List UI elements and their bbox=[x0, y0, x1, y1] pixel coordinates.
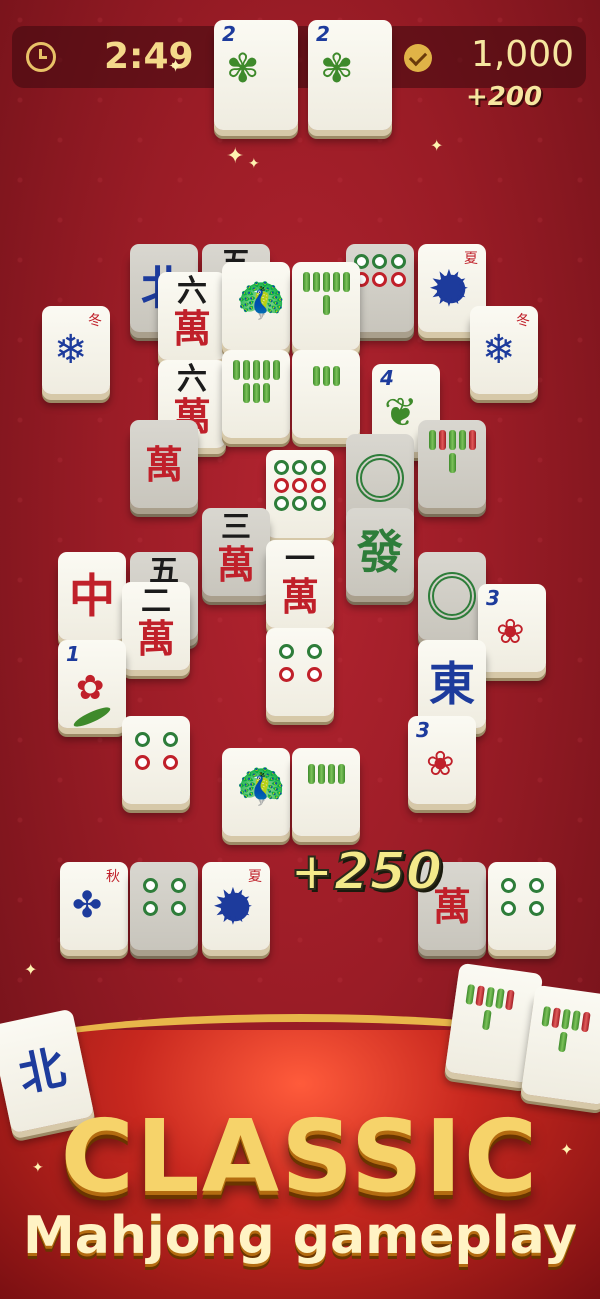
maple-leaf-icon: ✤ bbox=[72, 885, 103, 926]
tile-dots-4[interactable] bbox=[488, 862, 556, 950]
tile-one-wan[interactable]: 一 萬 bbox=[266, 540, 334, 628]
tile-bamboo-5[interactable] bbox=[292, 748, 360, 836]
matched-tile-orchid-right: 2 ✾ bbox=[308, 20, 392, 130]
bamboo-icon bbox=[230, 360, 282, 403]
sparkle-icon: ✦ bbox=[248, 156, 260, 172]
dots-icon bbox=[132, 732, 180, 770]
tile-wan-glyph: 萬 bbox=[172, 307, 211, 351]
tile-number: 2 bbox=[316, 22, 330, 46]
bamboo-icon bbox=[300, 366, 352, 386]
banner-subtitle: Mahjong gameplay bbox=[23, 1206, 577, 1266]
tile-number-glyph: 六 bbox=[177, 362, 207, 397]
snowflake-icon: ❄ bbox=[54, 327, 88, 373]
tile-number: 1 bbox=[66, 642, 80, 666]
tile-six-wan-1[interactable]: 六 萬 bbox=[158, 272, 226, 360]
tile-wan-dim[interactable]: 萬 bbox=[130, 420, 198, 508]
hud-bar: 2:49 1,000 bbox=[12, 26, 586, 88]
tile-number-glyph: 二 bbox=[141, 584, 171, 619]
tile-bamboo-3[interactable] bbox=[292, 350, 360, 438]
tile-big-dot[interactable] bbox=[418, 552, 486, 640]
snowflake-icon: ❄ bbox=[482, 327, 516, 373]
orchid-icon: ✾ bbox=[320, 46, 354, 92]
tile-wan-glyph: 萬 bbox=[136, 617, 175, 661]
tile-winter-right[interactable]: 冬 ❄ bbox=[470, 306, 538, 394]
bamboo-icon bbox=[300, 764, 352, 784]
tile-three-wan[interactable]: 三 萬 bbox=[202, 508, 270, 596]
tile-peacock-2[interactable]: 🦚 bbox=[222, 748, 290, 836]
peacock-icon: 🦚 bbox=[236, 763, 286, 809]
peacock-icon: 🦚 bbox=[236, 277, 286, 323]
chrysanthemum-icon: ❀ bbox=[426, 744, 455, 784]
dots-icon bbox=[498, 878, 546, 916]
tile-glyph: 發 bbox=[357, 525, 403, 579]
season-label: 冬 bbox=[88, 313, 102, 329]
bamboo-icon bbox=[459, 983, 516, 1034]
tile-number-glyph: 一 bbox=[285, 542, 315, 577]
clock-icon bbox=[26, 42, 56, 72]
circle-icon bbox=[356, 454, 404, 502]
tile-glyph: 中 bbox=[69, 569, 115, 623]
bamboo-plant-icon: ❦ bbox=[384, 390, 418, 436]
tile-number: 3 bbox=[416, 718, 430, 742]
sparkle-icon: ✦ bbox=[168, 56, 184, 77]
tile-flower-3-top[interactable]: 3 ❀ bbox=[478, 584, 546, 672]
sun-icon bbox=[428, 260, 470, 318]
dots-icon bbox=[276, 644, 324, 682]
sparkle-icon: ✦ bbox=[430, 136, 444, 155]
tile-green-dragon[interactable]: 發 bbox=[346, 508, 414, 596]
tile-bamboo-dim[interactable] bbox=[418, 420, 486, 508]
dots-icon bbox=[354, 254, 406, 287]
tile-number-glyph: 六 bbox=[177, 274, 207, 309]
tile-glyph: 東 bbox=[429, 657, 475, 711]
tile-winter-left[interactable]: 冬 ❄ bbox=[42, 306, 110, 394]
tile-bamboo-6[interactable] bbox=[292, 262, 360, 350]
chrysanthemum-icon: ❀ bbox=[496, 612, 525, 652]
tile-dots-6[interactable] bbox=[266, 628, 334, 716]
tile-number: 4 bbox=[380, 366, 394, 390]
score-check-icon bbox=[404, 44, 432, 72]
tile-flower-3-bottom[interactable]: 3 ❀ bbox=[408, 716, 476, 804]
tile-dots-mix[interactable] bbox=[122, 716, 190, 804]
season-label: 冬 bbox=[516, 313, 530, 329]
bamboo-icon bbox=[535, 1005, 592, 1056]
matched-tile-orchid-left: 2 ✾ bbox=[214, 20, 298, 130]
dots-icon bbox=[274, 460, 326, 511]
tile-number: 2 bbox=[222, 22, 236, 46]
tile-wan-glyph: 萬 bbox=[280, 575, 319, 619]
tile-number-glyph: 三 bbox=[221, 510, 251, 545]
sparkle-icon: ✦ bbox=[560, 1140, 574, 1159]
season-label: 秋 bbox=[106, 869, 120, 885]
deco-tile-bamboo-2 bbox=[520, 984, 600, 1106]
tile-autumn[interactable]: 秋 ✤ bbox=[60, 862, 128, 950]
sparkle-icon: ✦ bbox=[24, 960, 38, 979]
tile-number: 3 bbox=[486, 586, 500, 610]
bamboo-icon bbox=[426, 430, 478, 473]
dots-icon bbox=[140, 878, 188, 916]
tile-red-dragon[interactable]: 中 bbox=[58, 552, 126, 640]
tile-dots-9[interactable] bbox=[266, 450, 334, 538]
sparkle-icon: ✦ bbox=[226, 144, 245, 169]
tile-dots-4-dim[interactable] bbox=[130, 862, 198, 950]
tile-wan-glyph: 萬 bbox=[144, 443, 183, 487]
orchid-icon: ✾ bbox=[226, 46, 260, 92]
bamboo-icon bbox=[300, 272, 352, 315]
tile-east[interactable]: 東 bbox=[418, 640, 486, 728]
score-text: 1,000 bbox=[470, 34, 574, 75]
sparkle-icon: ✦ bbox=[32, 1160, 44, 1176]
combo-bonus-text: +250 bbox=[289, 841, 443, 903]
tile-peacock[interactable]: 🦚 bbox=[222, 262, 290, 350]
tile-wan-glyph: 萬 bbox=[216, 543, 255, 587]
circle-icon bbox=[428, 572, 476, 620]
tile-two-wan[interactable]: 二 萬 bbox=[122, 582, 190, 670]
banner-title: CLASSIC bbox=[60, 1098, 540, 1215]
score-bonus: +200 bbox=[466, 82, 543, 112]
sun-icon bbox=[212, 878, 254, 936]
tile-bamboo-8[interactable] bbox=[222, 350, 290, 438]
tile-summer-2[interactable]: 夏 bbox=[202, 862, 270, 950]
tile-flower-1[interactable]: 1 ✿ bbox=[58, 640, 126, 728]
plum-flower-icon: ✿ bbox=[76, 668, 105, 708]
